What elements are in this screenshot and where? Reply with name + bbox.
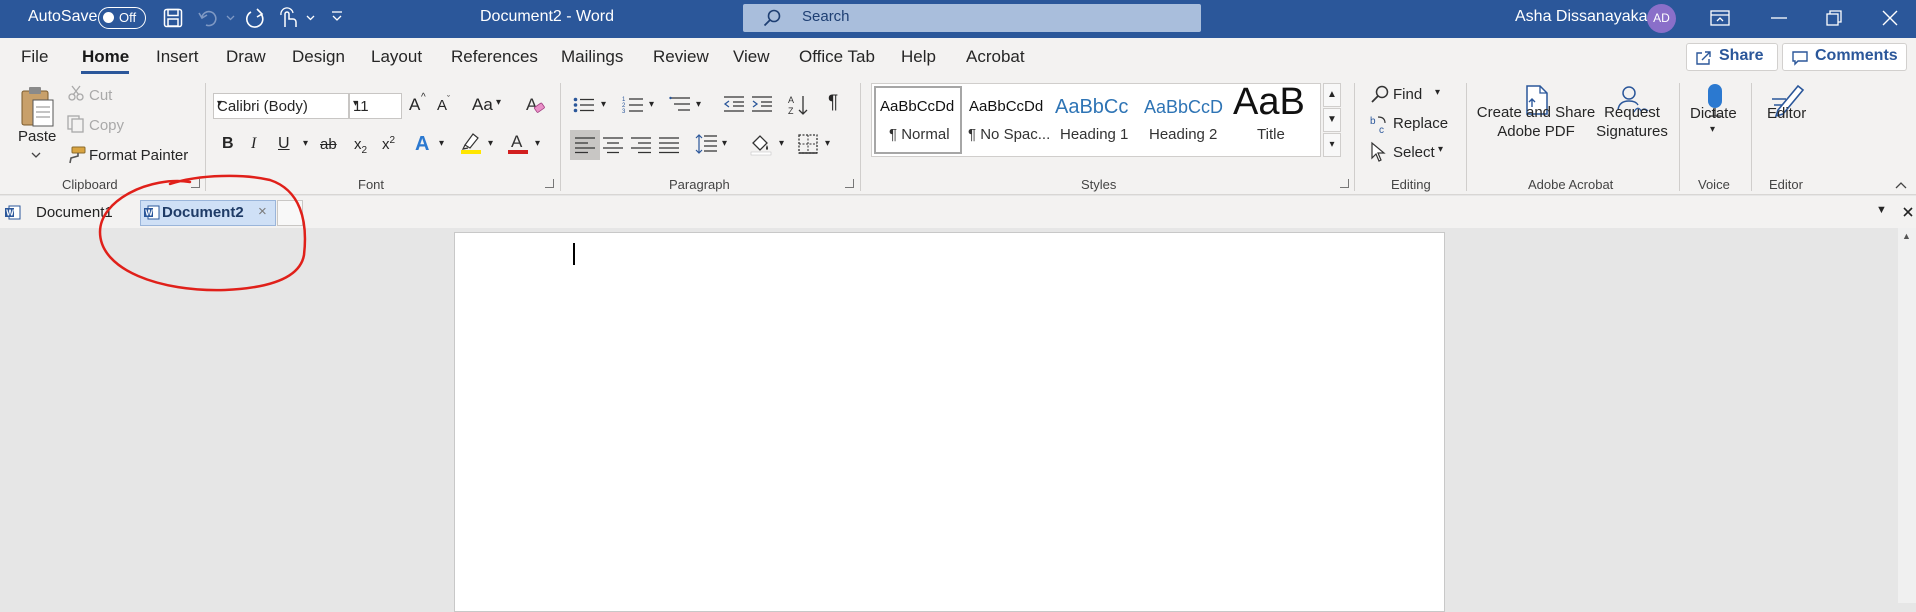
annotation-circle [98,174,307,292]
